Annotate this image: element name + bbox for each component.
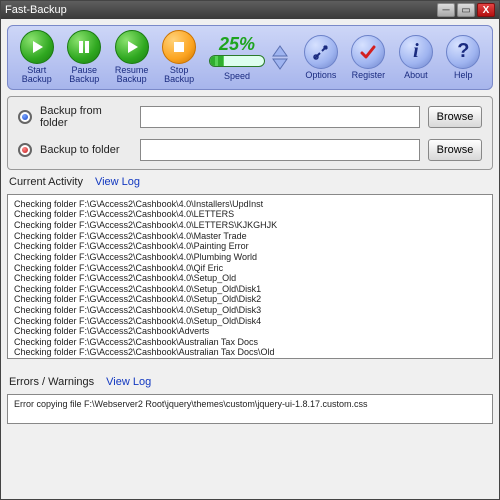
activity-viewlog-link[interactable]: View Log <box>95 176 140 188</box>
play-icon <box>115 30 149 64</box>
start-backup-button[interactable]: Start Backup <box>14 30 59 85</box>
options-button[interactable]: Options <box>298 35 343 80</box>
help-button[interactable]: ? Help <box>441 35 486 80</box>
speed-stepper[interactable] <box>272 45 288 70</box>
pause-backup-button[interactable]: Pause Backup <box>61 30 106 85</box>
speed-bar <box>209 55 265 67</box>
chevron-down-icon[interactable] <box>272 58 288 70</box>
speed-indicator: 25% Speed <box>204 34 270 81</box>
stop-backup-button[interactable]: Stop Backup <box>156 30 201 85</box>
browse-from-button[interactable]: Browse <box>428 106 482 128</box>
play-icon <box>20 30 54 64</box>
register-button[interactable]: Register <box>346 35 391 80</box>
from-radio[interactable] <box>18 110 32 124</box>
info-icon: i <box>399 35 433 69</box>
close-button[interactable]: X <box>477 3 495 17</box>
minimize-button[interactable]: ─ <box>437 3 455 17</box>
to-radio[interactable] <box>18 143 32 157</box>
tools-icon <box>304 35 338 69</box>
about-button[interactable]: i About <box>393 35 438 80</box>
pause-icon <box>67 30 101 64</box>
activity-log[interactable]: Checking folder F:\G\Access2\Cashbook\4.… <box>7 194 493 359</box>
to-folder-input[interactable] <box>140 139 420 161</box>
check-icon <box>351 35 385 69</box>
speed-percent: 25% <box>219 34 255 55</box>
folders-panel: Backup from folder Browse Backup to fold… <box>7 96 493 170</box>
from-folder-input[interactable] <box>140 106 420 128</box>
stop-icon <box>162 30 196 64</box>
errors-header: Errors / Warnings View Log <box>7 376 493 388</box>
toolbar: Start Backup Pause Backup Resume Backup … <box>7 25 493 90</box>
errors-log[interactable]: Error copying file F:\Webserver2 Root\jq… <box>7 394 493 424</box>
app-window: Fast-Backup ─ ▭ X Start Backup Pause Bac… <box>0 0 500 500</box>
resume-backup-button[interactable]: Resume Backup <box>109 30 154 85</box>
browse-to-button[interactable]: Browse <box>428 139 482 161</box>
errors-viewlog-link[interactable]: View Log <box>106 376 151 388</box>
window-title: Fast-Backup <box>5 4 435 16</box>
content: Start Backup Pause Backup Resume Backup … <box>1 19 499 499</box>
backup-to-row: Backup to folder Browse <box>18 139 482 161</box>
chevron-up-icon[interactable] <box>272 45 288 57</box>
maximize-button[interactable]: ▭ <box>457 3 475 17</box>
backup-from-row: Backup from folder Browse <box>18 105 482 129</box>
titlebar: Fast-Backup ─ ▭ X <box>1 1 499 19</box>
help-icon: ? <box>446 35 480 69</box>
activity-header: Current Activity View Log <box>7 176 493 188</box>
